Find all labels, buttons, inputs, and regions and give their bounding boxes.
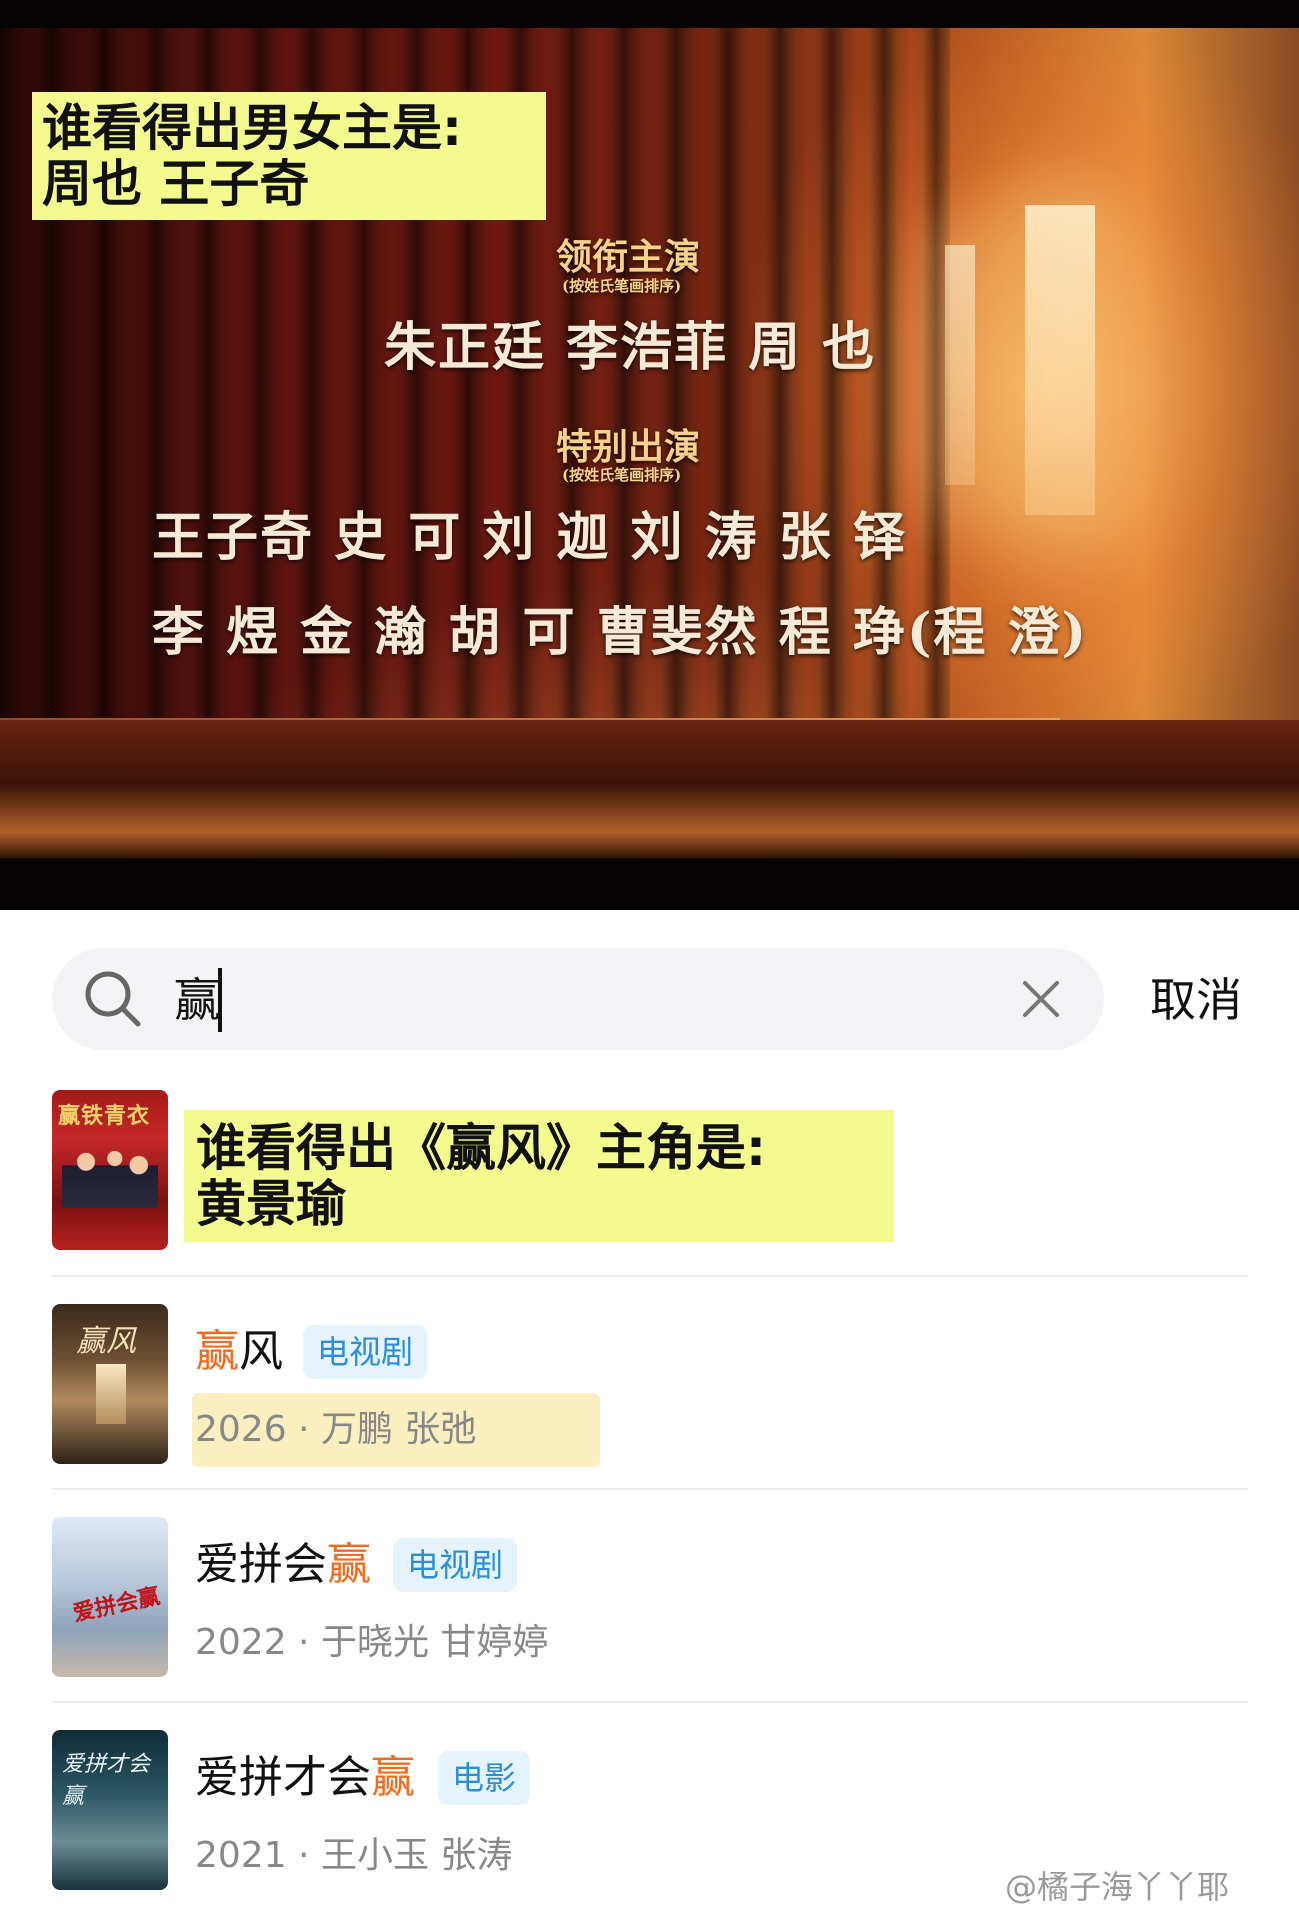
result-title-prefix: 爱拼会 [195, 1539, 327, 1590]
featured-poster[interactable]: 赢铁青衣 [52, 1090, 168, 1250]
caption-top-line-2: 周也 王子奇 [42, 155, 310, 213]
result-poster-title: 赢风 [76, 1324, 136, 1359]
result-title-accent: 赢 [327, 1539, 371, 1590]
credit-heading-special: 特别出演 [556, 426, 701, 468]
search-input[interactable]: 赢 [174, 968, 220, 1032]
result-meta: 2021 · 王小玉 张涛 [195, 1835, 513, 1876]
caption-top-line-1: 谁看得出男女主是: [42, 99, 462, 157]
credit-row-special-1: 王子奇 史 可 刘 迦 刘 涛 张 铎 [152, 507, 907, 568]
credit-note-lead: (按姓氏笔画排序) [562, 277, 682, 295]
divider [52, 1701, 1248, 1703]
result-type-tag: 电视剧 [393, 1538, 518, 1592]
result-title-accent: 赢 [195, 1326, 239, 1377]
result-poster[interactable]: 爱拼才会赢 [52, 1730, 168, 1890]
result-type-tag: 电影 [438, 1751, 531, 1805]
cancel-button[interactable]: 取消 [1150, 968, 1242, 1032]
result-meta: 2026 · 万鹏 张弛 [195, 1409, 477, 1450]
result-title[interactable]: 赢风 [195, 1325, 283, 1379]
clear-icon[interactable] [1017, 975, 1065, 1023]
sunlit-window-small [945, 245, 975, 485]
result-poster[interactable]: 赢风 [52, 1304, 168, 1464]
caption-middle-line-1: 谁看得出《赢风》主角是: [196, 1119, 766, 1177]
video-frame: 谁看得出男女主是: 周也 王子奇 领衔主演 (按姓氏笔画排序) 朱正廷 李浩菲 … [0, 0, 1299, 910]
text-caret [218, 968, 222, 1032]
letterbox-top [0, 0, 1299, 28]
poster-figures [62, 1142, 158, 1208]
sunlit-window [1025, 205, 1095, 515]
result-poster[interactable]: 爱拼会赢 [52, 1517, 168, 1677]
divider [52, 1275, 1248, 1277]
letterbox-bottom [0, 858, 1299, 910]
poster-door [96, 1364, 126, 1424]
credit-row-special-2: 李 煜 金 瀚 胡 可 曹斐然 程 琤(程 澄) [152, 602, 1089, 663]
search-icon [85, 971, 141, 1027]
credit-row-lead: 朱正廷 李浩菲 周 也 [384, 317, 877, 378]
result-title-prefix: 爱拼才会 [195, 1752, 371, 1803]
credit-heading-lead: 领衔主演 [556, 236, 701, 278]
result-type-tag: 电视剧 [303, 1325, 428, 1379]
result-poster-title: 爱拼会赢 [70, 1584, 163, 1627]
result-meta: 2022 · 于晓光 甘婷婷 [195, 1622, 549, 1663]
result-title-suffix: 风 [239, 1326, 283, 1377]
caption-middle-line-2: 黄景瑜 [196, 1175, 346, 1233]
result-poster-title: 爱拼才会赢 [62, 1752, 151, 1809]
watermark: @橘子海丫丫耶 [1005, 1868, 1230, 1906]
caption-top: 谁看得出男女主是: 周也 王子奇 [32, 92, 546, 220]
result-title[interactable]: 爱拼才会赢 [195, 1751, 415, 1805]
result-title[interactable]: 爱拼会赢 [195, 1538, 371, 1592]
result-title-accent: 赢 [371, 1752, 415, 1803]
divider [52, 1488, 1248, 1490]
credit-note-special: (按姓氏笔画排序) [562, 466, 682, 484]
caption-middle: 谁看得出《赢风》主角是: 黄景瑜 [184, 1110, 894, 1242]
stage-floor [0, 720, 1299, 860]
featured-poster-title: 赢铁青衣 [58, 1104, 151, 1129]
